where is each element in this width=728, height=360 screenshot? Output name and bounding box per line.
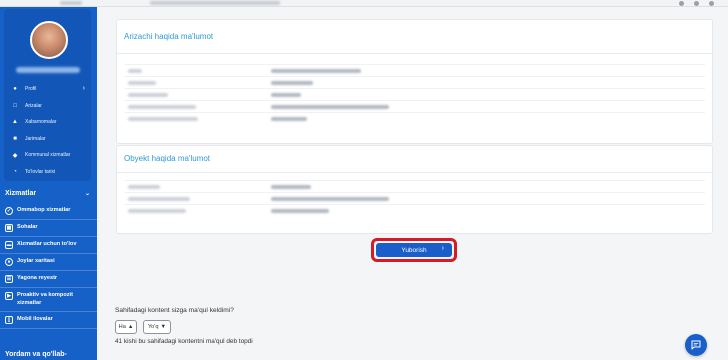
info-row (125, 88, 705, 100)
feedback-yes-button[interactable]: Ha ▲ (115, 320, 137, 334)
submit-highlight: Yuborish › (371, 238, 457, 262)
sidebar-item-tolov[interactable]: ▬ Xizmatlar uchun to'lov (0, 237, 97, 254)
profile-menu-xabarnomalar[interactable]: ▲ Xabarnomalar (4, 114, 91, 131)
services-section-title: Xizmatlar (5, 189, 37, 197)
info-row (125, 64, 705, 76)
registry-icon: ☰ (5, 275, 13, 283)
profile-menu-label: Jarimalar (25, 135, 46, 142)
sidebar-item-label: Yagona reyestr (17, 275, 58, 281)
address-bar-url[interactable] (150, 1, 280, 5)
chevron-right-icon: › (82, 85, 85, 92)
profile-menu: ● Profil › □ Arizalar ▲ Xabarnomalar ■ J… (4, 81, 91, 180)
submit-button[interactable]: Yuborish › (376, 243, 452, 257)
history-icon: ◔ (13, 168, 17, 175)
grid-icon: ▦ (5, 224, 13, 232)
map-icon: ● (5, 258, 13, 266)
info-row (125, 180, 705, 192)
sidebar-item-proaktiv[interactable]: ▶ Proaktiv va kompozit xizmatlar (0, 288, 97, 313)
proactive-icon: ▶ (5, 292, 13, 300)
profile-menu-label: To'lovlar tarixi (25, 168, 56, 175)
profile-menu-label: Kommunal xizmatlar (25, 152, 71, 159)
submit-button-label: Yuborish (401, 246, 427, 254)
payment-icon: ▬ (5, 241, 13, 249)
info-row (125, 112, 705, 124)
feedback-yes-label: Ha (118, 324, 126, 330)
mobile-icon: ▯ (5, 316, 13, 325)
chat-icon (691, 340, 701, 350)
sidebar-item-label: Mobil ilovalar (17, 316, 53, 323)
divider (117, 172, 712, 173)
sidebar-item-label: Ommabop xizmatlar (17, 207, 71, 213)
sidebar-item-sohalar[interactable]: ▦ Sohalar (0, 220, 97, 237)
browser-toolbar-icons (679, 1, 714, 6)
chevron-right-icon: › (441, 245, 444, 252)
main-content: Arizachi haqida ma'lumot Obyekt haqida m… (97, 7, 728, 360)
feedback-count: 41 kishi bu sahifadagi kontentni ma'qul … (115, 338, 253, 345)
profile-menu-profil[interactable]: ● Profil › (4, 81, 91, 98)
divider (117, 53, 712, 54)
profile-menu-label: Arizalar (25, 102, 42, 109)
feedback-no-button[interactable]: Yo'q ▼ (143, 320, 171, 334)
document-icon: □ (13, 102, 17, 109)
sidebar: ● Profil › □ Arizalar ▲ Xabarnomalar ■ J… (0, 7, 97, 360)
info-row (125, 100, 705, 112)
profile-menu-kommunal[interactable]: ◆ Kommunal xizmatlar (4, 147, 91, 164)
feedback-no-label: Yo'q (147, 324, 159, 330)
thumbs-down-icon: ▼ (160, 324, 167, 330)
user-name-blurred (16, 67, 80, 73)
info-row (125, 204, 705, 216)
help-section-header[interactable]: Yordam va qo'llab- (5, 351, 67, 358)
thumbs-up-icon: ▲ (127, 324, 134, 330)
sidebar-item-label: Sohalar (17, 224, 38, 230)
info-row (125, 76, 705, 88)
applicant-info-title: Arizachi haqida ma'lumot (124, 32, 214, 41)
menu-icon[interactable] (709, 1, 714, 6)
sidebar-item-label: Xizmatlar uchun to'lov (17, 241, 77, 247)
extension-icon[interactable] (694, 1, 699, 6)
chat-button[interactable] (685, 334, 707, 356)
object-info-panel: Obyekt haqida ma'lumot (116, 145, 713, 234)
sidebar-item-xarita[interactable]: ● Joylar xaritasi (0, 254, 97, 271)
user-icon: ● (13, 86, 17, 93)
profile-menu-arizalar[interactable]: □ Arizalar (4, 98, 91, 115)
avatar[interactable] (30, 21, 68, 59)
chevron-down-icon: ⌄ (84, 190, 90, 197)
profile-menu-label: Xabarnomalar (25, 119, 57, 126)
profile-card: ● Profil › □ Arizalar ▲ Xabarnomalar ■ J… (4, 9, 91, 181)
services-section-header[interactable]: Xizmatlar ⌄ (5, 187, 90, 199)
sidebar-item-label: Proaktiv va kompozit xizmatlar (17, 292, 73, 306)
profile-menu-jarimalar[interactable]: ■ Jarimalar (4, 131, 91, 148)
feedback-question: Sahifadagi kontent sizga ma'qul keldimi? (115, 307, 234, 314)
sidebar-item-label: Joylar xaritasi (17, 258, 55, 264)
object-info-title: Obyekt haqida ma'lumot (124, 154, 211, 163)
star-icon: ✓ (5, 207, 13, 215)
profile-menu-tolovlar[interactable]: ◔ To'lovlar tarixi (4, 164, 91, 181)
profile-menu-label: Profil (25, 86, 37, 93)
bell-icon: ▲ (12, 119, 18, 126)
sidebar-item-mobil[interactable]: ▯ Mobil ilovalar (0, 312, 97, 330)
services-nav: ✓ Ommabop xizmatlar ▦ Sohalar ▬ Xizmatla… (0, 203, 97, 330)
address-bar-blur (60, 1, 82, 5)
utility-icon: ◆ (12, 152, 18, 159)
applicant-info-panel: Arizachi haqida ma'lumot (116, 19, 713, 144)
sidebar-item-ommabop[interactable]: ✓ Ommabop xizmatlar (0, 203, 97, 220)
info-row (125, 192, 705, 204)
browser-toolbar (0, 0, 728, 7)
bookmark-icon[interactable] (679, 1, 684, 6)
fine-icon: ■ (13, 135, 17, 142)
sidebar-item-reyestr[interactable]: ☰ Yagona reyestr (0, 271, 97, 288)
